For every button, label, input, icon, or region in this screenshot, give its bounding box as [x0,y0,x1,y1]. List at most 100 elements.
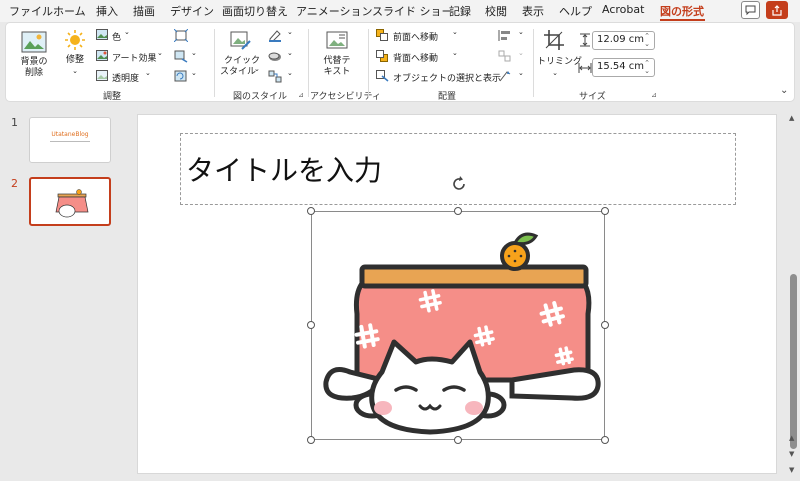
selection-pane-icon [376,70,389,82]
picture-layout-icon[interactable] [268,70,282,83]
selection-pane-label: オブジェクトの選択と表示 [393,74,502,84]
align-dropdown-icon: ⌄ [518,28,524,36]
kotatsu-cat-picture[interactable] [311,211,605,440]
rotate-icon[interactable] [498,70,512,83]
tab-animations[interactable]: アニメーション [296,3,373,19]
change-picture-dropdown-icon: ⌄ [191,49,197,57]
comments-button[interactable] [741,1,760,19]
slide-canvas[interactable]: タイトルを入力 [137,114,777,474]
compress-pictures-icon[interactable] [174,29,188,42]
corrections-dropdown-icon: ⌄ [72,67,78,75]
tab-home[interactable]: ホーム [53,3,86,19]
kotatsu-cat-illustration [323,232,601,435]
group-label-accessibility: アクセシビリティ [310,92,382,102]
height-input[interactable]: 12.09 cm ⌃ ⌄ [592,31,655,50]
reset-picture-dropdown-icon: ⌄ [191,69,197,77]
rotate-handle-icon[interactable] [450,175,468,193]
picture-border-icon[interactable] [268,29,282,42]
artistic-effects-label: アート効果 [112,54,157,64]
width-spinner-icon[interactable]: ⌃ ⌄ [644,59,650,75]
resize-handle-bottom-left[interactable] [307,436,315,444]
group-label-arrange: 配置 [438,92,457,102]
quick-styles-label-1: クイック [224,56,261,66]
slide-thumbnail-1[interactable]: UtataneBlog [29,117,111,163]
send-backward-icon [376,50,388,62]
picture-border-dropdown-icon: ⌄ [287,28,293,36]
tab-review[interactable]: 校閲 [485,3,507,19]
tab-draw[interactable]: 描画 [133,3,155,19]
scroll-up-icon[interactable]: ▲ [789,114,794,122]
share-button[interactable] [766,1,788,19]
tab-help[interactable]: ヘルプ [559,3,592,19]
crop-dropdown-icon: ⌄ [552,69,558,77]
next-slide-icon[interactable]: ▼ [789,450,794,458]
width-input[interactable]: 15.54 cm ⌃ ⌄ [592,58,655,77]
quick-styles-icon [230,31,251,50]
group-separator [368,29,369,97]
tab-insert[interactable]: 挿入 [96,3,118,19]
thumbnail-subtitle-line [50,141,90,142]
comment-icon [745,5,756,16]
group-separator [214,29,215,97]
size-dialog-launcher-icon[interactable]: ⊿ [651,91,657,99]
group-separator [308,29,309,97]
group-separator [533,29,534,97]
reset-picture-icon[interactable] [174,70,188,83]
send-backward-dropdown-icon: ⌄ [452,49,458,57]
remove-background-label-2: 削除 [24,68,43,78]
scroll-down-icon[interactable]: ▼ [789,466,794,474]
vertical-scrollbar[interactable]: ▲ ▲ ▼ ▼ [789,114,798,478]
tab-view[interactable]: 表示 [522,3,544,19]
thumbnail-title: UtataneBlog [51,131,89,138]
group-objects-icon[interactable] [498,50,512,63]
slide-thumbnail-2[interactable] [29,177,111,226]
height-value: 12.09 cm [597,34,645,45]
artistic-effects-dropdown-icon: ⌄ [157,49,163,57]
picture-styles-dialog-launcher-icon[interactable]: ⊿ [298,91,304,99]
menu-bar: ファイル ホーム 挿入 描画 デザイン 画面切り替え アニメーション スライド … [0,0,800,22]
resize-handle-bottom-right[interactable] [601,436,609,444]
height-icon [580,33,590,47]
tab-file[interactable]: ファイル [9,3,53,19]
resize-handle-right[interactable] [601,321,609,329]
color-label: 色 [112,33,122,43]
scrollbar-thumb[interactable] [790,274,797,449]
collapse-ribbon-icon[interactable]: ⌄ [780,85,788,96]
tab-record[interactable]: 記録 [449,3,471,19]
tab-acrobat[interactable]: Acrobat [602,3,644,16]
change-picture-icon[interactable] [174,50,188,63]
ribbon: 背景の 削除 修整 ⌄ 色 ⌄ アート効果 ⌄ 透明度 ⌄ ⌄ ⌄ 調整 クイッ… [5,22,795,102]
resize-handle-top-right[interactable] [601,207,609,215]
group-label-picture-styles: 図のスタイル [233,92,288,102]
width-icon [578,63,592,73]
bring-forward-icon [376,29,388,41]
tab-transitions[interactable]: 画面切り替え [222,3,288,19]
alt-text-label-2: キスト [323,67,351,77]
artistic-effects-icon [96,50,108,61]
align-icon[interactable] [498,29,512,42]
remove-background-label-1: 背景の [20,57,48,67]
kotatsu-cat-thumbnail-image [55,189,89,218]
previous-slide-icon[interactable]: ▲ [789,434,794,442]
resize-handle-top-left[interactable] [307,207,315,215]
crop-label: トリミング [537,57,583,67]
height-spinner-icon[interactable]: ⌃ ⌄ [644,32,650,48]
crop-icon [544,30,564,50]
picture-effects-dropdown-icon: ⌄ [287,49,293,57]
title-placeholder[interactable]: タイトルを入力 [180,133,736,205]
color-dropdown-icon: ⌄ [124,28,130,36]
transparency-label: 透明度 [112,74,140,84]
corrections-label: 修整 [65,55,84,65]
transparency-icon [96,70,108,81]
tab-slideshow[interactable]: スライド ショー [372,3,453,19]
quick-styles-label-2: スタイル [220,67,257,77]
alt-text-label-1: 代替テ [323,56,351,66]
picture-layout-dropdown-icon: ⌄ [287,69,293,77]
title-placeholder-text[interactable]: タイトルを入力 [186,149,382,189]
resize-handle-top[interactable] [454,207,462,215]
resize-handle-bottom[interactable] [454,436,462,444]
tab-picture-format[interactable]: 図の形式 [660,3,704,19]
resize-handle-left[interactable] [307,321,315,329]
picture-effects-icon[interactable] [268,50,282,63]
tab-design[interactable]: デザイン [170,3,214,19]
